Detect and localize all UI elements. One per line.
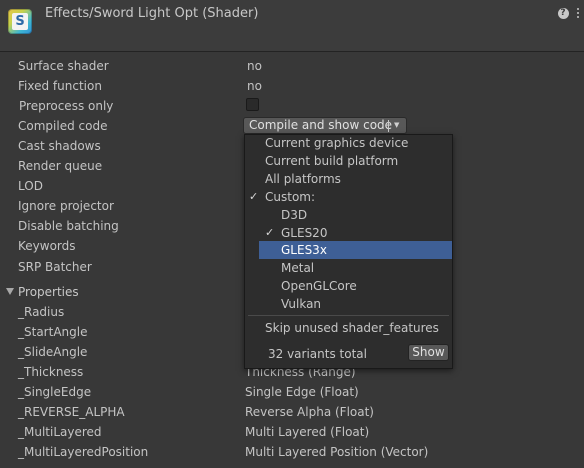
menu-item-label: GLES20 xyxy=(281,226,328,240)
property-value: Multi Layered Position (Vector) xyxy=(245,445,429,459)
menu-item-label: Skip unused shader_features xyxy=(265,321,439,335)
menu-item-gles20[interactable]: ✓ GLES20 xyxy=(245,224,452,242)
compile-options-popup: Current graphics device Current build pl… xyxy=(244,134,453,369)
surface-shader-value: no xyxy=(247,59,262,73)
menu-item-current-graphics-device[interactable]: Current graphics device xyxy=(245,134,452,152)
property-value: Multi Layered (Float) xyxy=(245,425,370,439)
compile-button-label: Compile and show code xyxy=(249,118,393,132)
menu-item-current-build-platform[interactable]: Current build platform xyxy=(245,152,452,170)
surface-shader-label: Surface shader xyxy=(18,59,109,73)
property-value: Reverse Alpha (Float) xyxy=(245,405,374,419)
preprocess-only-label: Preprocess only xyxy=(19,99,114,113)
inspector-header: S Effects/Sword Light Opt (Shader) ? xyxy=(0,0,584,52)
show-button[interactable]: Show xyxy=(408,344,449,361)
dropdown-arrow-icon[interactable]: ▼ xyxy=(394,118,399,133)
property-name: _Thickness xyxy=(18,365,84,379)
lod-label: LOD xyxy=(18,179,43,193)
property-value: Single Edge (Float) xyxy=(245,385,359,399)
property-name: _Radius xyxy=(18,305,65,319)
keywords-label: Keywords xyxy=(18,239,76,253)
menu-item-gles3x[interactable]: GLES3x xyxy=(259,241,452,259)
inspector-title: Effects/Sword Light Opt (Shader) xyxy=(45,6,259,21)
menu-item-label: OpenGLCore xyxy=(281,279,357,293)
help-button[interactable]: ? xyxy=(556,6,570,20)
properties-foldout[interactable]: Properties xyxy=(6,283,79,301)
menu-item-metal[interactable]: Metal xyxy=(245,259,452,277)
preprocess-only-checkbox[interactable] xyxy=(246,98,259,111)
menu-item-label: Custom: xyxy=(265,190,316,204)
shader-icon-letter: S xyxy=(12,13,28,30)
disable-batching-label: Disable batching xyxy=(18,219,119,233)
menu-item-label: D3D xyxy=(281,208,308,222)
property-name: _REVERSE_ALPHA xyxy=(18,405,125,419)
cast-shadows-label: Cast shadows xyxy=(18,139,101,153)
menu-item-d3d[interactable]: D3D xyxy=(245,206,452,224)
properties-header: Properties xyxy=(18,285,79,299)
menu-item-label: Metal xyxy=(281,261,315,275)
menu-item-label: GLES3x xyxy=(281,243,327,257)
menu-item-vulkan[interactable]: Vulkan xyxy=(245,295,452,313)
checkmark-icon: ✓ xyxy=(265,226,275,239)
property-name: _StartAngle xyxy=(18,325,88,339)
menu-item-label: Current build platform xyxy=(265,154,399,168)
property-name: _MultiLayered xyxy=(18,425,102,439)
compiled-code-label: Compiled code xyxy=(18,119,108,133)
srp-batcher-label: SRP Batcher xyxy=(18,260,92,274)
menu-item-custom[interactable]: ✓ Custom: xyxy=(245,188,452,206)
property-name: _SlideAngle xyxy=(18,345,88,359)
menu-item-openglcore[interactable]: OpenGLCore xyxy=(245,277,452,295)
menu-item-label: Current graphics device xyxy=(265,136,409,150)
menu-item-label: Vulkan xyxy=(281,297,322,311)
foldout-triangle-icon xyxy=(6,288,14,295)
help-icon: ? xyxy=(557,7,569,19)
menu-separator xyxy=(248,315,449,316)
fixed-function-label: Fixed function xyxy=(18,79,102,93)
shader-icon: S xyxy=(8,9,32,34)
menu-item-all-platforms[interactable]: All platforms xyxy=(245,170,452,188)
property-name: _MultiLayeredPosition xyxy=(18,445,149,459)
compile-show-code-button[interactable]: Compile and show code ▼ xyxy=(243,117,407,134)
variants-total-text: 32 variants total xyxy=(268,347,367,361)
menu-item-skip-unused-shader-features[interactable]: Skip unused shader_features xyxy=(245,319,452,337)
kebab-menu-icon[interactable] xyxy=(571,6,584,20)
ignore-projector-label: Ignore projector xyxy=(18,199,114,213)
menu-item-label: All platforms xyxy=(265,172,341,186)
property-name: _SingleEdge xyxy=(18,385,92,399)
render-queue-label: Render queue xyxy=(18,159,103,173)
button-separator xyxy=(388,120,389,132)
fixed-function-value: no xyxy=(247,79,262,93)
checkmark-icon: ✓ xyxy=(249,190,259,203)
